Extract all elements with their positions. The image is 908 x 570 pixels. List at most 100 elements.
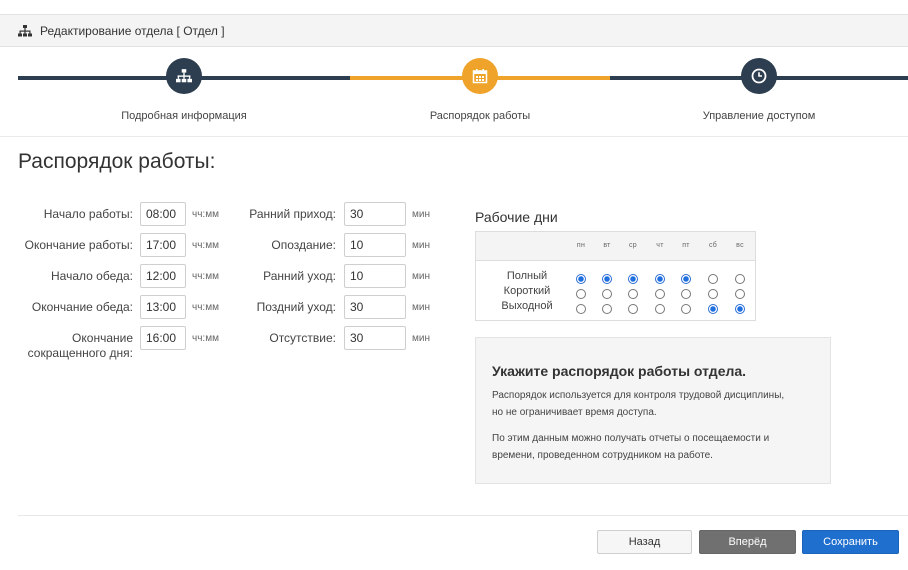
day-type-radio[interactable] bbox=[735, 304, 745, 314]
day-type-radio[interactable] bbox=[735, 274, 745, 284]
lunch-start-label: Начало обеда: bbox=[51, 269, 133, 283]
back-button[interactable]: Назад bbox=[597, 530, 692, 554]
save-button[interactable]: Сохранить bbox=[802, 530, 899, 554]
day-type-radio[interactable] bbox=[628, 274, 638, 284]
info-title: Укажите распорядок работы отдела. bbox=[492, 363, 747, 379]
window-titlebar: Редактирование отдела [ Отдел ] bbox=[0, 14, 908, 47]
day-header-2: ср bbox=[629, 242, 637, 249]
day-header-0: пн bbox=[576, 242, 586, 249]
info-paragraph-2: По этим данным можно получать отчеты о п… bbox=[492, 430, 822, 464]
day-type-radio[interactable] bbox=[602, 274, 612, 284]
early-arrival-label: Ранний приход: bbox=[249, 207, 336, 221]
lunch-end-input[interactable] bbox=[140, 295, 186, 319]
day-type-radio[interactable] bbox=[576, 274, 586, 284]
day-header-1: вт bbox=[603, 242, 611, 249]
day-type-radio[interactable] bbox=[655, 304, 665, 314]
schedule-info-panel: Укажите распорядок работы отдела. Распор… bbox=[475, 337, 831, 484]
page-title: Распорядок работы: bbox=[18, 150, 216, 173]
minutes-unit-label: мин bbox=[412, 208, 430, 220]
field-early-leave: Ранний уход: мин bbox=[230, 264, 430, 288]
day-type-radio[interactable] bbox=[602, 289, 612, 299]
day-type-radio[interactable] bbox=[735, 289, 745, 299]
time-unit-label: чч:мм bbox=[192, 270, 219, 282]
day-header-3: чт bbox=[656, 242, 664, 249]
org-chart-icon bbox=[176, 69, 192, 83]
wizard-steps bbox=[0, 47, 908, 137]
minutes-unit-label: мин bbox=[412, 270, 430, 282]
field-lateness: Опоздание: мин bbox=[230, 233, 430, 257]
late-leave-label: Поздний уход: bbox=[256, 300, 336, 314]
info-text-line: Распорядок используется для контроля тру… bbox=[492, 390, 785, 401]
field-lunch-end: Окончание обеда: чч:мм bbox=[0, 295, 219, 319]
window-title: Редактирование отдела [ Отдел ] bbox=[40, 23, 225, 38]
day-type-radio[interactable] bbox=[708, 289, 718, 299]
step-label-schedule[interactable]: Распорядок работы bbox=[430, 110, 530, 122]
late-leave-input[interactable] bbox=[344, 295, 406, 319]
field-late-leave: Поздний уход: мин bbox=[230, 295, 430, 319]
day-type-radio[interactable] bbox=[655, 274, 665, 284]
lunch-end-label: Окончание обеда: bbox=[31, 300, 133, 314]
day-type-radio[interactable] bbox=[576, 304, 586, 314]
day-type-radio[interactable] bbox=[655, 289, 665, 299]
field-lunch-start: Начало обеда: чч:мм bbox=[0, 264, 219, 288]
day-type-label: Выходной bbox=[501, 300, 553, 312]
workdays-table: Полный Короткий Выходной пн вт ср чт пт сб вс bbox=[475, 231, 756, 321]
day-type-radio[interactable] bbox=[628, 289, 638, 299]
day-type-label: Короткий bbox=[503, 285, 551, 297]
next-button[interactable]: Вперёд bbox=[699, 530, 796, 554]
day-type-radio[interactable] bbox=[681, 274, 691, 284]
day-type-radio[interactable] bbox=[681, 289, 691, 299]
time-unit-label: чч:мм bbox=[192, 208, 219, 220]
field-work-start: Начало работы: чч:мм bbox=[0, 202, 219, 226]
absence-input[interactable] bbox=[344, 326, 406, 350]
work-end-input[interactable] bbox=[140, 233, 186, 257]
early-leave-label: Ранний уход: bbox=[263, 269, 336, 283]
step-label-access[interactable]: Управление доступом bbox=[703, 110, 816, 122]
step-label-details[interactable]: Подробная информация bbox=[121, 110, 247, 122]
time-unit-label: чч:мм bbox=[192, 239, 219, 251]
lateness-input[interactable] bbox=[344, 233, 406, 257]
calendar-icon bbox=[472, 69, 488, 84]
step-access[interactable] bbox=[741, 58, 777, 94]
day-type-radio[interactable] bbox=[602, 304, 612, 314]
day-type-radio[interactable] bbox=[576, 289, 586, 299]
day-type-radio[interactable] bbox=[708, 304, 718, 314]
field-work-end: Окончание работы: чч:мм bbox=[0, 233, 219, 257]
day-type-radio[interactable] bbox=[708, 274, 718, 284]
lunch-start-input[interactable] bbox=[140, 264, 186, 288]
absence-label: Отсутствие: bbox=[269, 331, 336, 345]
step-details[interactable] bbox=[166, 58, 202, 94]
lateness-label: Опоздание: bbox=[271, 238, 336, 252]
work-start-input[interactable] bbox=[140, 202, 186, 226]
short-day-end-label-line2: сокращенного дня: bbox=[27, 346, 133, 360]
info-text-line: но не ограничивает время доступа. bbox=[492, 407, 657, 418]
early-arrival-input[interactable] bbox=[344, 202, 406, 226]
day-type-radio[interactable] bbox=[681, 304, 691, 314]
day-type-label: Полный bbox=[506, 270, 548, 282]
clock-icon bbox=[751, 68, 767, 84]
short-day-end-label: Окончание сокращенного дня: bbox=[0, 331, 133, 361]
short-day-end-label-line1: Окончание bbox=[72, 331, 133, 345]
day-header-6: вс bbox=[736, 242, 744, 249]
field-short-day-end: чч:мм bbox=[140, 326, 219, 350]
day-type-radio[interactable] bbox=[628, 304, 638, 314]
info-paragraph-1: Распорядок используется для контроля тру… bbox=[492, 387, 822, 421]
workdays-title: Рабочие дни bbox=[475, 209, 558, 225]
work-start-label: Начало работы: bbox=[43, 207, 133, 221]
org-chart-icon bbox=[18, 24, 32, 36]
footer-divider bbox=[18, 515, 908, 516]
early-leave-input[interactable] bbox=[344, 264, 406, 288]
minutes-unit-label: мин bbox=[412, 239, 430, 251]
info-text-line: По этим данным можно получать отчеты о п… bbox=[492, 433, 770, 444]
time-unit-label: чч:мм bbox=[192, 332, 219, 344]
minutes-unit-label: мин bbox=[412, 301, 430, 313]
day-header-5: сб bbox=[708, 242, 718, 249]
field-early-arrival: Ранний приход: мин bbox=[230, 202, 430, 226]
field-absence: Отсутствие: мин bbox=[230, 326, 430, 350]
step-schedule[interactable] bbox=[462, 58, 498, 94]
work-end-label: Окончание работы: bbox=[24, 238, 133, 252]
day-header-4: пт bbox=[682, 242, 690, 249]
short-day-end-input[interactable] bbox=[140, 326, 186, 350]
time-unit-label: чч:мм bbox=[192, 301, 219, 313]
minutes-unit-label: мин bbox=[412, 332, 430, 344]
